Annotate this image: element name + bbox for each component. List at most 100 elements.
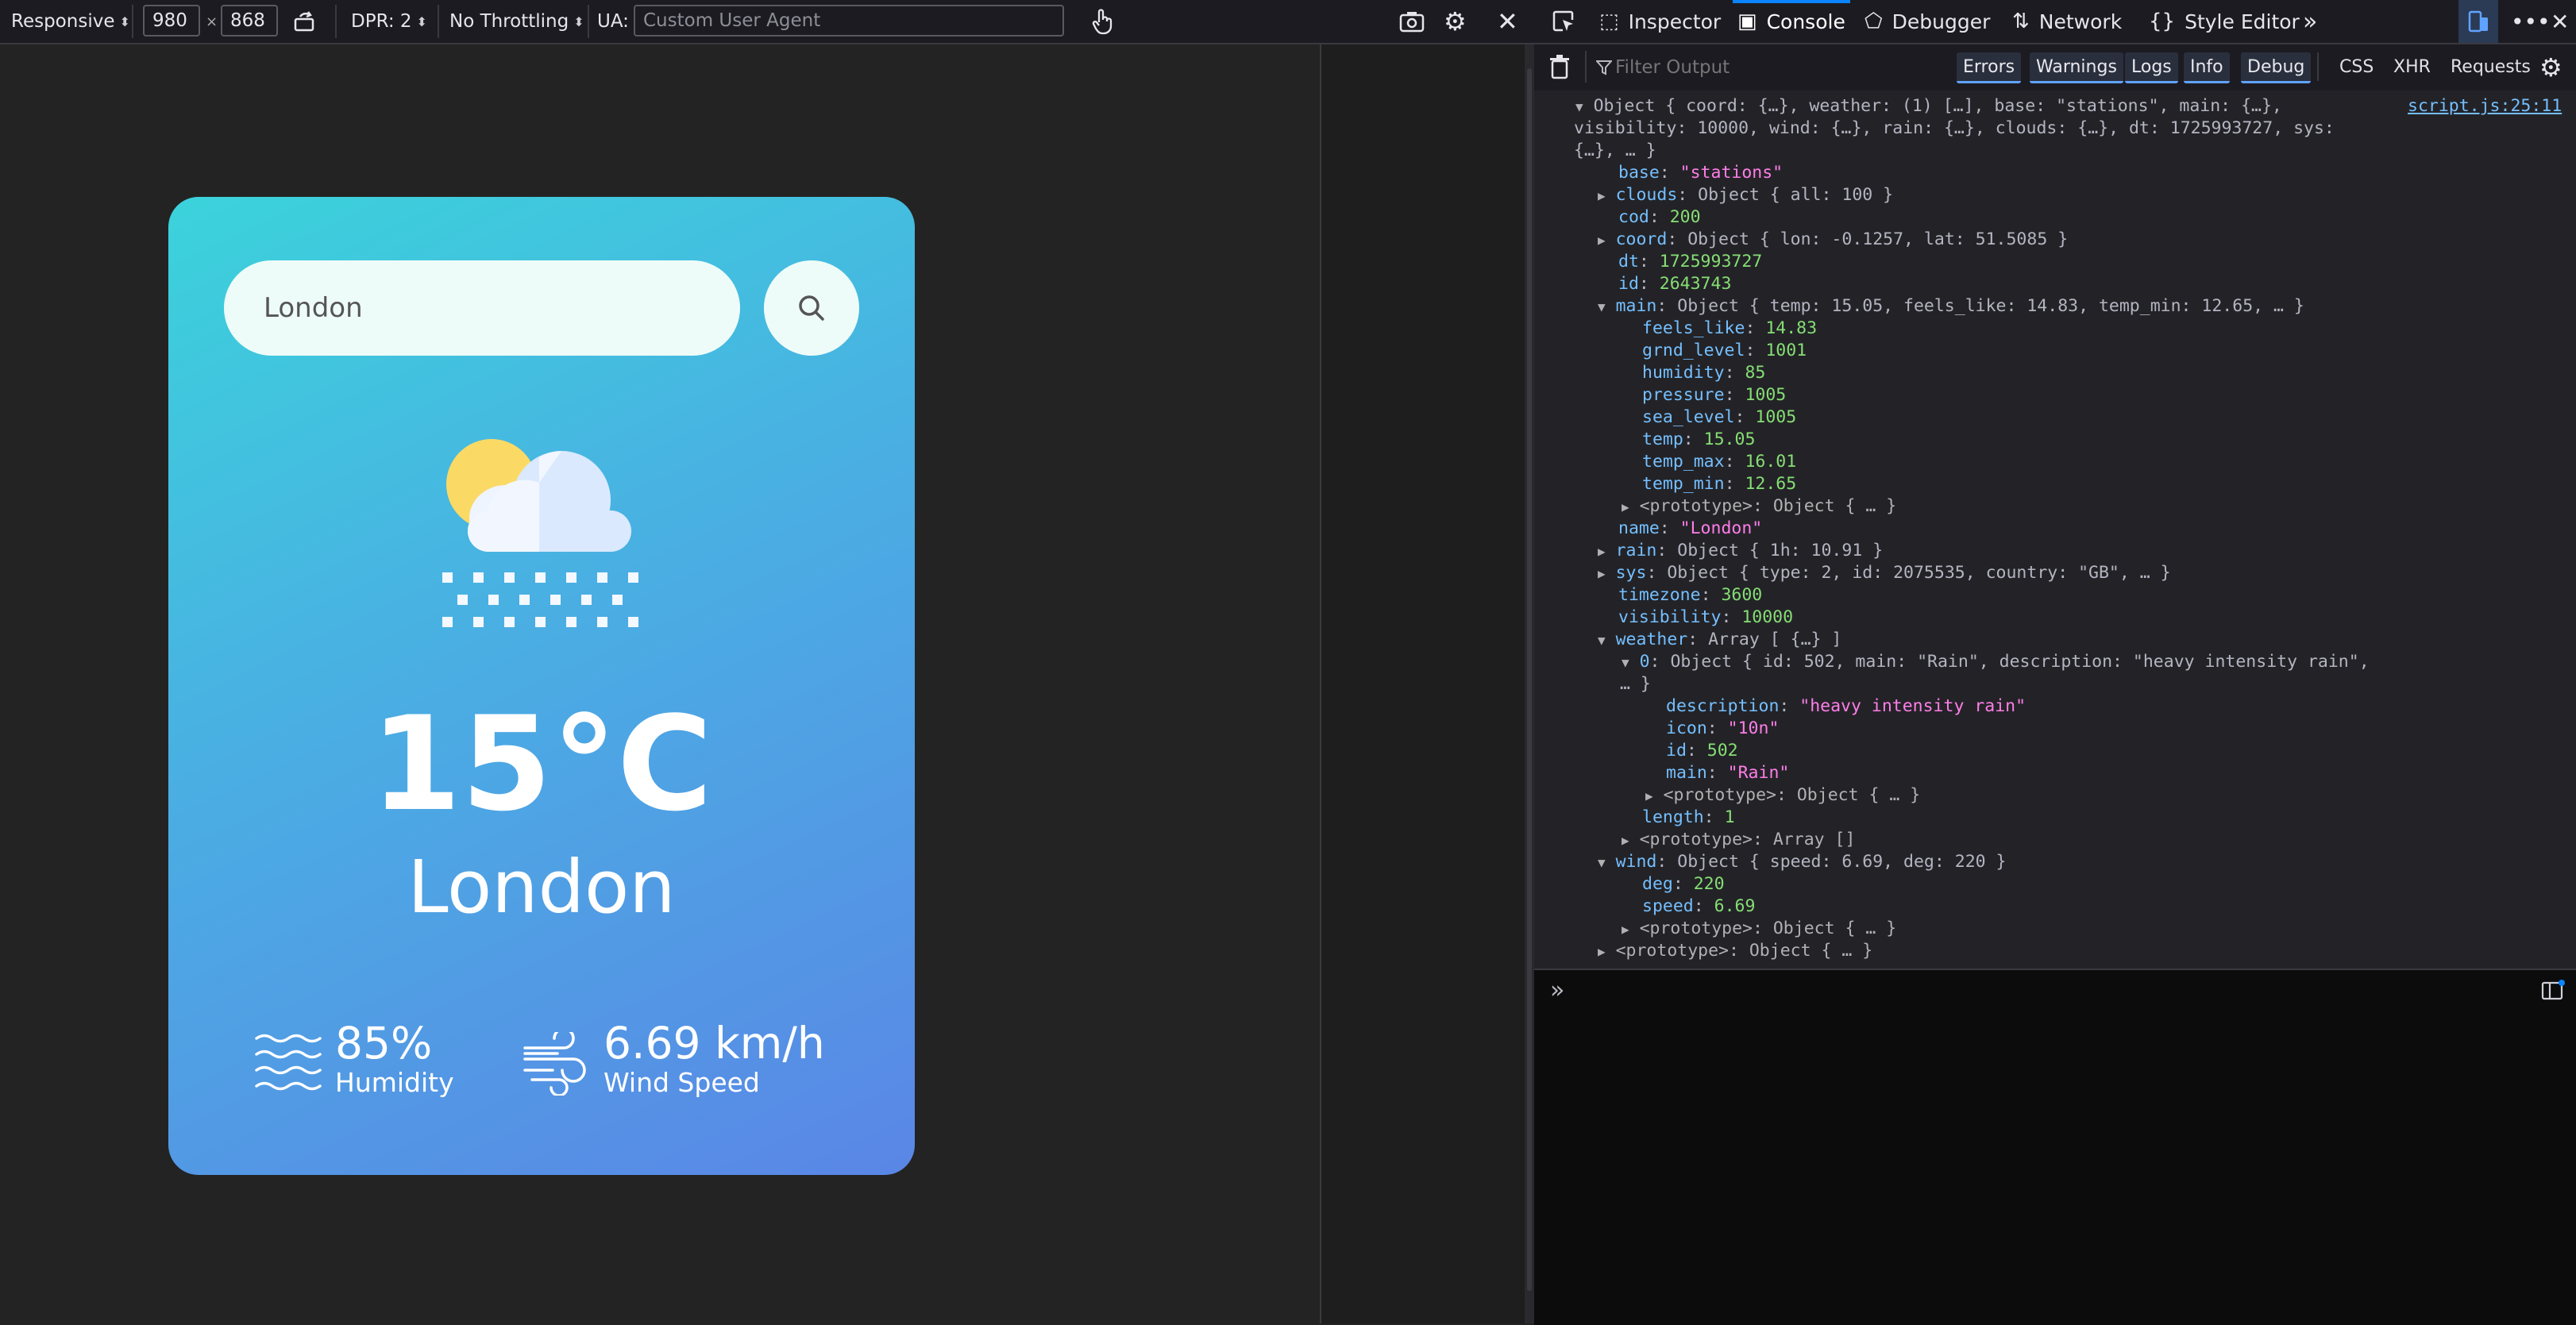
gear-icon: ⚙ [1444, 6, 1467, 37]
prop-row[interactable]: ▼ wind: Object { speed: 6.69, deg: 220 } [1598, 851, 2006, 874]
user-agent-input[interactable]: Custom User Agent [634, 5, 1064, 37]
responsive-design-mode-button[interactable] [2458, 0, 2498, 43]
rotate-viewport-button[interactable] [292, 0, 316, 43]
prop-key: wind [1615, 852, 1657, 872]
prop-value-continued: … } [1620, 674, 1651, 694]
prop-row[interactable]: ▼ main: Object { temp: 15.05, feels_like… [1598, 295, 2304, 318]
prop-row[interactable]: ▶ rain: Object { 1h: 10.91 } [1598, 540, 1883, 563]
prop-row[interactable]: ▶ <prototype>: Object { … } [1622, 918, 1896, 941]
prop-row[interactable]: ▶ clouds: Object { all: 100 } [1598, 184, 1893, 207]
viewport-width-value: 980 [152, 10, 187, 31]
log-summary-line: {…}, … } [1574, 141, 1656, 160]
search-button[interactable] [764, 260, 859, 356]
screenshot-button[interactable] [1399, 0, 1425, 43]
humidity-stat: 85% Humidity [335, 1019, 454, 1099]
tab-network[interactable]: ⇅ Network [2012, 0, 2122, 43]
viewport-width-input[interactable]: 980 [143, 5, 200, 37]
close-responsive-button[interactable]: ✕ [1497, 0, 1518, 43]
prop-row[interactable]: ▶ <prototype>: Object { … } [1622, 495, 1896, 518]
humidity-waves-icon [255, 1034, 322, 1091]
prop-value: "stations" [1679, 163, 1784, 183]
element-picker-button[interactable] [1552, 0, 1575, 43]
log-source-link[interactable]: script.js:25:11 [2408, 95, 2562, 117]
prop-key: rain [1615, 541, 1657, 560]
prop-row: description: "heavy intensity rain" [1666, 696, 2026, 716]
filter-debug-toggle[interactable]: Debug [2241, 52, 2312, 83]
settings-button[interactable]: ⚙ [1444, 0, 1467, 43]
prop-value: "heavy intensity rain" [1799, 696, 2026, 716]
prop-key: humidity [1642, 363, 1725, 383]
prop-row[interactable]: ▶ <prototype>: Array [] [1622, 829, 1855, 852]
divider [132, 5, 133, 38]
filter-output-input[interactable] [1614, 51, 1879, 84]
filter-logs-toggle[interactable]: Logs [2125, 52, 2178, 83]
dpr-select-label: DPR: 2 [351, 11, 412, 32]
prop-row[interactable]: ▶ coord: Object { lon: -0.1257, lat: 51.… [1598, 229, 2068, 252]
prop-row: temp_max: 16.01 [1642, 452, 1797, 472]
dpr-select[interactable]: DPR: 2 ⬍ [351, 0, 427, 43]
prop-key: base [1618, 163, 1660, 183]
devtools-splitter[interactable] [1525, 44, 1534, 1323]
prop-row[interactable]: ▶ <prototype>: Object { … } [1598, 940, 1872, 963]
prop-row: temp: 15.05 [1642, 429, 1756, 449]
prop-row[interactable]: ▶ <prototype>: Object { … } [1645, 784, 1920, 807]
tab-inspector[interactable]: ⬚ Inspector [1599, 0, 1721, 43]
close-icon: ✕ [1497, 6, 1518, 37]
prop-row[interactable]: ▼ 0: Object { id: 502, main: "Rain", des… [1622, 651, 2370, 674]
prop-row: cod: 200 [1618, 207, 1701, 227]
tab-style-editor-label: Style Editor [2185, 10, 2300, 33]
filter-css-toggle[interactable]: CSS [2333, 52, 2380, 81]
tab-debugger[interactable]: ⬠ Debugger [1865, 0, 1990, 43]
network-icon: ⇅ [2012, 10, 2030, 33]
filter-info-toggle[interactable]: Info [2184, 52, 2230, 83]
touch-simulation-button[interactable] [1089, 0, 1115, 43]
prop-row: visibility: 10000 [1618, 607, 1794, 627]
expand-triangle-icon: ▼ [1598, 633, 1606, 648]
prop-key: main [1615, 296, 1657, 316]
prop-value: 2643743 [1659, 274, 1732, 294]
prop-value: 1001 [1765, 341, 1807, 360]
prop-value: 16.01 [1745, 452, 1797, 472]
filter-xhr-toggle[interactable]: XHR [2387, 52, 2437, 81]
prop-row: pressure: 1005 [1642, 385, 1787, 405]
tab-network-label: Network [2038, 10, 2123, 33]
tab-console[interactable]: ▣ Console [1733, 0, 1850, 43]
double-chevron-right-icon: » [2303, 7, 2318, 36]
prop-value: 14.83 [1765, 318, 1818, 338]
devtools-menu-button[interactable]: ••• [2511, 0, 2551, 43]
close-devtools-button[interactable]: ✕ [2551, 0, 2569, 43]
rain-cloud-sun-icon [442, 439, 638, 627]
console-settings-button[interactable]: ⚙ [2539, 52, 2563, 83]
console-command-input[interactable]: » [1534, 969, 2576, 1325]
tab-style-editor[interactable]: {} Style Editor [2149, 0, 2300, 43]
prop-value: 220 [1693, 874, 1725, 894]
city-search-input[interactable] [224, 260, 740, 356]
prop-key: temp [1642, 429, 1683, 449]
log-object-summary[interactable]: ▼ Object { coord: {…}, weather: (1) […],… [1575, 95, 2282, 118]
prop-value: Object { temp: 15.05, feels_like: 14.83,… [1677, 296, 2304, 316]
prop-row[interactable]: ▼ weather: Array [ {…} ] [1598, 629, 1841, 652]
prop-value: "London" [1679, 518, 1763, 538]
search-icon [799, 295, 824, 321]
prop-row: base: "stations" [1618, 163, 1784, 183]
wind-value: 6.69 km/h [604, 1018, 825, 1069]
expand-triangle-icon: ▼ [1622, 655, 1629, 670]
filter-requests-toggle[interactable]: Requests [2444, 52, 2537, 81]
filter-warnings-toggle[interactable]: Warnings [2030, 52, 2123, 83]
clear-console-button[interactable] [1548, 54, 1571, 83]
more-tabs-button[interactable]: » [2303, 0, 2317, 43]
editor-mode-button[interactable] [2541, 980, 2565, 1005]
prop-row: length: 1 [1642, 807, 1735, 827]
prop-key: 0 [1639, 652, 1650, 672]
tab-debugger-label: Debugger [1892, 10, 1991, 33]
prop-value: 85 [1745, 363, 1766, 383]
prop-row[interactable]: ▶ sys: Object { type: 2, id: 2075535, co… [1598, 562, 2171, 585]
expand-triangle-icon: ▼ [1575, 99, 1583, 114]
camera-icon [1399, 12, 1425, 33]
gear-icon: ⚙ [2539, 52, 2563, 83]
device-select[interactable]: Responsive ⬍ [11, 0, 130, 43]
prop-row: feels_like: 14.83 [1642, 318, 1818, 338]
filter-errors-toggle[interactable]: Errors [1957, 52, 2022, 83]
viewport-height-input[interactable]: 868 [221, 5, 278, 37]
throttling-select[interactable]: No Throttling ⬍ [449, 0, 584, 43]
